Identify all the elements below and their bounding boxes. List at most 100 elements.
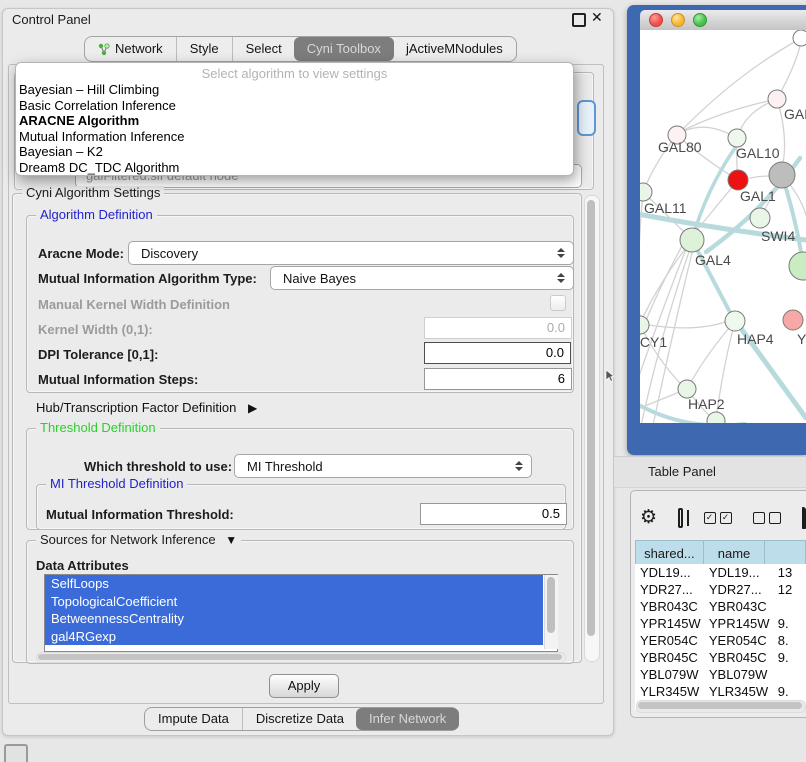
network-node-y[interactable] [783,310,803,330]
bottom-tab-infer-network[interactable]: Infer Network [356,708,459,730]
data-attributes-label: Data Attributes [36,558,129,573]
split-columns-icon[interactable] [678,508,683,528]
table-column-header[interactable] [765,541,806,567]
hub-definition-section[interactable]: Hub/Transcription Factor Definition ▶ [36,400,257,415]
table-row[interactable]: YPR145WYPR145W9. [635,615,806,632]
sources-group-title[interactable]: Sources for Network Inference ▼ [36,533,241,547]
attributes-hscrollbar[interactable] [36,652,566,663]
attribute-list-item[interactable]: BetweennessCentrality [45,610,543,628]
dropdown-item[interactable]: Dream8 DC_TDC Algorithm [19,160,570,176]
attributes-scrollbar[interactable] [544,575,558,649]
manual-kernel-width-label: Manual Kernel Width Definition [38,297,230,312]
data-attributes-list[interactable]: SelfLoopsTopologicalCoefficientBetweenne… [44,574,558,652]
algorithm-dropdown[interactable]: Select algorithm to view settings Bayesi… [15,62,574,176]
table-cell: 13 [773,564,806,581]
minimized-panel-icon[interactable] [4,744,28,762]
dropdown-prompt: Select algorithm to view settings [16,66,573,81]
gear-icon[interactable]: ⚙ [640,500,657,536]
settings-scrollbar[interactable] [584,195,600,662]
attribute-list-item[interactable]: SelfLoops [45,575,543,593]
chevron-down-icon[interactable]: ▼ [225,533,237,547]
network-node[interactable] [793,30,806,46]
dropdown-item[interactable]: Bayesian – Hill Climbing [19,82,570,98]
network-node-hap4[interactable] [725,311,745,331]
mi-algorithm-type-combobox[interactable]: Naive Bayes [270,266,574,290]
tab-network[interactable]: Network [85,37,176,61]
tab-jactivemnodules[interactable]: jActiveMNodules [393,37,516,61]
node-table-header[interactable]: shared...name [635,540,806,567]
bottom-tab-discretize-data[interactable]: Discretize Data [242,708,357,730]
settings-group-title: Cyni Algorithm Settings [22,186,164,200]
table-column-header[interactable]: shared... [636,541,704,567]
dropdown-item[interactable]: Basic Correlation Inference [19,98,570,114]
close-icon[interactable]: ✕ [591,9,603,26]
table-row[interactable]: YBR045CYBR045C9. [635,649,806,666]
network-node-gal4[interactable] [680,228,704,252]
tab-label: Style [190,37,219,61]
kernel-width-label: Kernel Width (0,1): [38,322,153,337]
dpi-tolerance-field[interactable]: 0.0 [424,342,571,364]
new-table-icon[interactable] [802,507,806,529]
network-node[interactable] [707,412,725,423]
attribute-list-item[interactable]: TopologicalCoefficient [45,593,543,611]
tab-label: Cyni Toolbox [307,37,381,61]
float-panel-icon[interactable] [572,13,586,27]
close-traffic-light-icon[interactable] [649,13,663,27]
network-node-swi4[interactable] [750,208,770,228]
tab-cyni-toolbox[interactable]: Cyni Toolbox [294,37,394,61]
table-row[interactable]: YDL19...YDL19...13 [635,564,806,581]
apply-button[interactable]: Apply [269,674,339,698]
table-column-header[interactable]: name [703,541,765,567]
kernel-width-field[interactable]: 0.0 [424,317,572,339]
which-threshold-label: Which threshold to use: [84,459,232,474]
which-threshold-combobox[interactable]: MI Threshold [234,454,532,478]
table-cell: YDL19... [635,564,704,581]
minimize-traffic-light-icon[interactable] [671,13,685,27]
mi-steps-field[interactable]: 6 [424,368,572,390]
aracne-mode-combobox[interactable]: Discovery [128,241,574,265]
mi-threshold-field[interactable]: 0.5 [420,503,567,525]
network-graph[interactable]: GALGAL80GAL10GAL1GAL11SWI4GAL4GCY1HAP4YH… [640,30,806,423]
table-row[interactable]: YBL079WYBL079W [635,666,806,683]
stepper-arrows-icon [557,273,565,283]
table-row[interactable]: YLR345WYLR345W9. [635,683,806,700]
network-node-gal1[interactable] [728,170,748,190]
network-canvas[interactable]: GALGAL80GAL10GAL1GAL11SWI4GAL4GCY1HAP4YH… [640,30,806,423]
table-row[interactable]: YBR043CYBR043C [635,598,806,615]
table-row[interactable]: YER054CYER054C8. [635,632,806,649]
network-node[interactable] [789,252,806,280]
table-cell: YBL079W [635,666,704,683]
network-edge[interactable] [750,176,770,178]
chevron-right-icon[interactable]: ▶ [248,401,257,415]
dpi-tolerance-label: DPI Tolerance [0,1]: [38,347,158,362]
network-node-label: GAL80 [658,139,702,155]
table-hscrollbar[interactable] [636,700,806,713]
network-node-gcy1[interactable] [640,316,649,334]
manual-kernel-width-checkbox[interactable] [550,295,566,311]
table-cell: 9. [773,683,806,700]
table-row[interactable]: YDR27...YDR27...12 [635,581,806,598]
bottom-tab-impute-data[interactable]: Impute Data [145,708,242,730]
table-cell: YDR27... [704,581,773,598]
network-node[interactable] [769,162,795,188]
select-all-icon[interactable]: ✓✓ [704,512,732,524]
network-edge[interactable] [649,322,725,328]
network-edge[interactable] [640,192,643,316]
deselect-all-icon[interactable] [753,512,781,524]
network-window-titlebar[interactable] [640,10,806,30]
network-edge[interactable] [677,40,798,135]
network-node-label: GCY1 [640,334,667,350]
dropdown-item[interactable]: Mutual Information Inference [19,129,570,145]
dropdown-item[interactable]: ARACNE Algorithm [19,113,570,129]
tab-style[interactable]: Style [176,37,232,61]
node-table-rows[interactable]: YDL19...YDL19...13YDR27...YDR27...12YBR0… [635,564,806,710]
network-node-label: GAL4 [695,252,731,268]
table-cell: YER054C [704,632,773,649]
table-cell: YBR045C [635,649,704,666]
tab-select[interactable]: Select [232,37,295,61]
attribute-list-item[interactable]: gal4RGexp [45,628,543,646]
network-node-label: GAL1 [740,188,776,204]
dropdown-item[interactable]: Bayesian – K2 [19,144,570,160]
algorithm-definition-title: Algorithm Definition [36,208,157,222]
zoom-traffic-light-icon[interactable] [693,13,707,27]
